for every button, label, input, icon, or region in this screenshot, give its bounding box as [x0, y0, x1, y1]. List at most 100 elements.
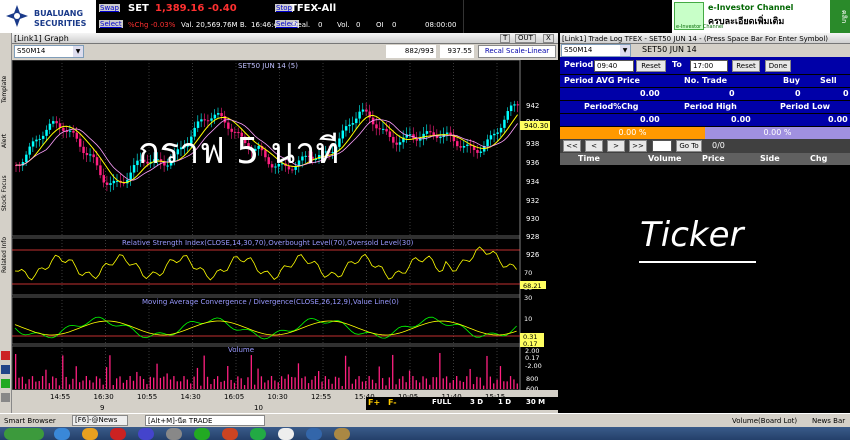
- app-icon-white[interactable]: [278, 428, 294, 440]
- 3d-button[interactable]: 3 D: [470, 398, 483, 406]
- select-link-set[interactable]: Select: [99, 20, 123, 28]
- volume-bar: [392, 354, 394, 389]
- volume-bar: [516, 383, 518, 389]
- trade-symbol-select[interactable]: S50M14 ▼: [561, 44, 631, 57]
- goto-button[interactable]: Go To: [676, 140, 702, 152]
- volume-bar: [351, 383, 353, 389]
- volume-bar: [294, 377, 296, 389]
- next-page-button[interactable]: >: [607, 140, 625, 152]
- reset-to-button[interactable]: Reset: [732, 60, 760, 72]
- volume-bar: [280, 376, 283, 389]
- candle-body: [378, 128, 382, 130]
- chrome-icon[interactable]: [250, 428, 266, 440]
- e-investor-banner[interactable]: e-Investor Channel e-Investor Channel คร…: [672, 0, 850, 33]
- hdr-no-trade: No. Trade: [684, 76, 728, 85]
- candle-body: [217, 113, 220, 115]
- timeframe-bar: F+ F- FULL 3 D 1 D 30 M: [366, 397, 558, 410]
- candle-body: [38, 138, 42, 140]
- rsi-tick: 30: [524, 294, 532, 302]
- trade-tab[interactable]: [Alt+M]-นีด TRADE: [145, 415, 265, 426]
- col-chg: Chg: [810, 154, 828, 163]
- volume-bar: [200, 385, 202, 389]
- volume-bar: [361, 381, 364, 389]
- prev-page-button[interactable]: <: [585, 140, 603, 152]
- done-button[interactable]: Done: [765, 60, 791, 72]
- tab-stock-focus[interactable]: Stock Focus: [1, 161, 11, 211]
- recal-scale-button[interactable]: Recal Scale-Linear: [478, 45, 556, 58]
- app-icon-orange[interactable]: [222, 428, 238, 440]
- volume-bar: [163, 376, 165, 389]
- candle-body: [358, 111, 361, 119]
- candle-body: [351, 123, 355, 125]
- fplus-icon[interactable]: F+: [368, 398, 380, 407]
- volume-bar: [186, 379, 188, 389]
- volume-bar: [509, 376, 512, 389]
- price-chart[interactable]: SET50 JUN 14 (5) Relative Strength Index…: [12, 60, 558, 413]
- val-period-high: 0.00: [731, 115, 751, 124]
- volume-bar: [126, 379, 128, 389]
- volume-bar: [112, 385, 114, 389]
- ticker-table-header: Time Volume Price Side Chg: [560, 153, 850, 165]
- graph-symbol-select[interactable]: S50M14 ▼: [14, 45, 84, 58]
- swap-link-set[interactable]: Swap: [99, 4, 120, 12]
- fminus-icon[interactable]: F-: [388, 398, 397, 407]
- smart-browser-button[interactable]: Smart Browser: [4, 417, 56, 425]
- logo-line2: SECURITIES: [34, 19, 87, 28]
- col-price: Price: [702, 154, 725, 163]
- volume-bar: [173, 376, 175, 389]
- news-bar-toggle[interactable]: News Bar: [812, 417, 845, 425]
- period-from-input[interactable]: 09:40: [594, 60, 634, 72]
- full-button[interactable]: FULL: [432, 398, 451, 406]
- volume-bar: [28, 379, 30, 389]
- last-page-button[interactable]: >>: [629, 140, 647, 152]
- summary-header-1: Period AVG Price No. Trade Buy Sell: [560, 75, 850, 87]
- app-icon-gray[interactable]: [166, 428, 182, 440]
- candle-body: [408, 134, 412, 136]
- banner-click-corner[interactable]: คลิก: [830, 0, 850, 33]
- lotus-icon: [6, 5, 28, 27]
- tab-related-info[interactable]: Related Info: [1, 223, 11, 273]
- candle-body: [445, 132, 449, 134]
- word-icon[interactable]: [306, 428, 322, 440]
- app-icon-red[interactable]: [110, 428, 126, 440]
- start-button[interactable]: [4, 428, 44, 440]
- vol-value: 0: [356, 21, 361, 29]
- candle-body: [82, 146, 85, 154]
- app-icon-tan[interactable]: [334, 428, 350, 440]
- tool-icon-red[interactable]: [1, 351, 10, 360]
- volume-bar: [85, 376, 87, 389]
- trade-symbol-value: S50M14: [564, 46, 593, 54]
- reset-from-button[interactable]: Reset: [636, 60, 666, 72]
- volume-bar: [301, 378, 303, 389]
- 30m-button[interactable]: 30 M: [526, 398, 545, 406]
- volume-bar: [402, 376, 404, 389]
- tool-icon-green[interactable]: [1, 379, 10, 388]
- hdr-pct-chg: Period%Chg: [584, 102, 639, 111]
- volume-bar: [378, 366, 380, 389]
- line-icon[interactable]: [194, 428, 210, 440]
- news-tab[interactable]: [F6]-@News: [72, 415, 128, 426]
- volume-bar: [452, 380, 454, 389]
- tab-template[interactable]: Template: [1, 55, 11, 103]
- graph-t-button[interactable]: T: [500, 34, 511, 43]
- volume-bar: [217, 376, 219, 389]
- volume-bar: [250, 355, 252, 389]
- tab-alert[interactable]: Alert: [1, 118, 11, 148]
- volume-bar: [89, 380, 91, 389]
- period-to-input[interactable]: 17:00: [690, 60, 728, 72]
- save-icon[interactable]: [1, 365, 10, 374]
- explorer-icon[interactable]: [82, 428, 98, 440]
- app-icon-blue[interactable]: [138, 428, 154, 440]
- pager-row: << < > >> Go To 0/0: [560, 139, 850, 153]
- ie-icon[interactable]: [54, 428, 70, 440]
- candle-body: [489, 135, 493, 140]
- goto-page-input[interactable]: [652, 140, 672, 152]
- volume-bar: [499, 366, 502, 389]
- print-icon[interactable]: [1, 393, 10, 402]
- first-page-button[interactable]: <<: [563, 140, 581, 152]
- candle-body: [462, 145, 466, 148]
- graph-out-button[interactable]: OUT: [515, 34, 536, 43]
- 1d-button[interactable]: 1 D: [498, 398, 511, 406]
- graph-close-button[interactable]: X: [543, 34, 554, 43]
- candle-body: [213, 114, 217, 119]
